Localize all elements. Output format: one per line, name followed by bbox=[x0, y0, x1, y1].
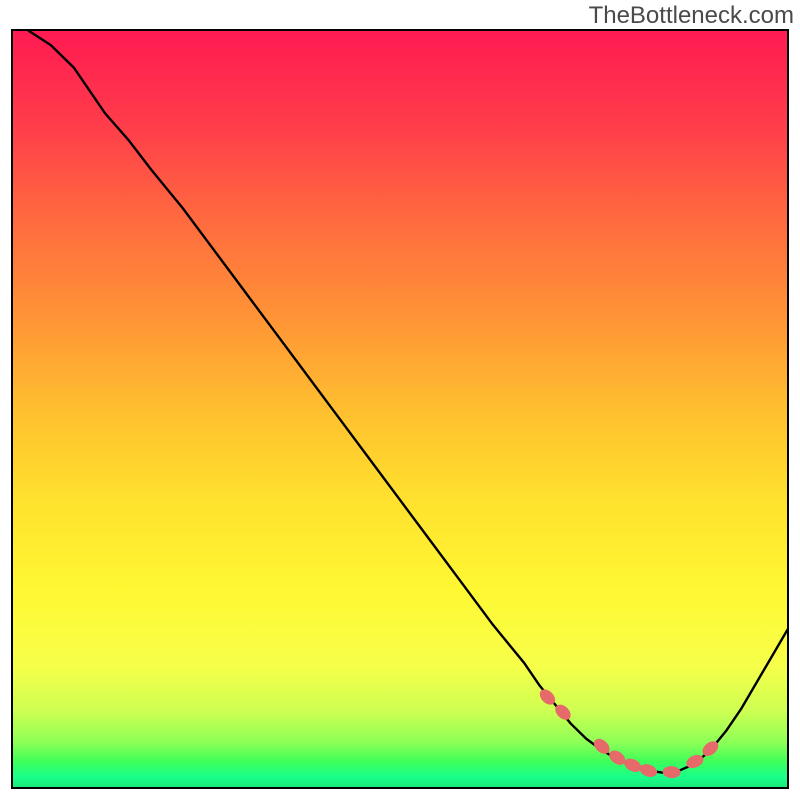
watermark-text: TheBottleneck.com bbox=[589, 2, 794, 30]
chart-container: TheBottleneck.com bbox=[0, 0, 800, 800]
heatmap-background bbox=[12, 30, 788, 788]
bottleneck-chart bbox=[0, 0, 800, 800]
